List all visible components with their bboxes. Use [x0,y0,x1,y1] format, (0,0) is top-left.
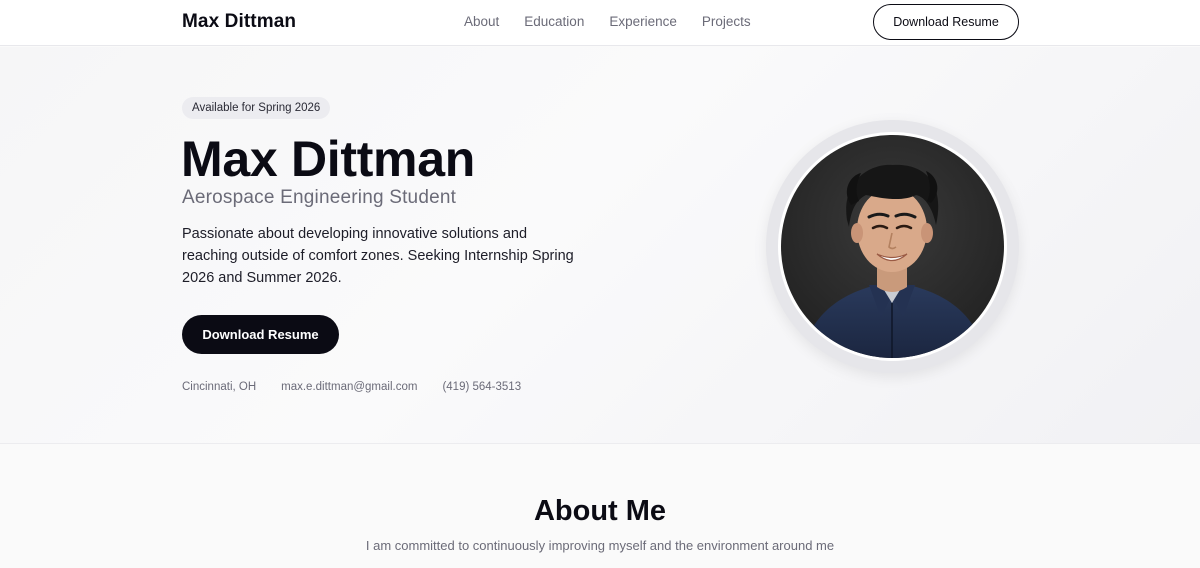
nav-links: About Education Experience Projects [464,14,751,29]
contact-email[interactable]: max.e.dittman@gmail.com [281,381,417,393]
nav-link-about[interactable]: About [464,14,499,29]
header-download-resume-button[interactable]: Download Resume [873,4,1019,40]
brand-logo[interactable]: Max Dittman [182,11,296,33]
hero-section: Available for Spring 2026 Max Dittman Ae… [0,47,1200,444]
about-section-subtitle: I am committed to continuously improving… [365,538,835,553]
hero-name: Max Dittman [181,131,475,187]
nav-link-projects[interactable]: Projects [702,14,751,29]
hero-description: Passionate about developing innovative s… [182,226,574,286]
contact-location: Cincinnati, OH [182,381,257,393]
hero-download-resume-button[interactable]: Download Resume [182,315,339,354]
contact-info: Cincinnati, OH max.e.dittman@gmail.com (… [182,381,521,393]
nav-link-experience[interactable]: Experience [609,14,677,29]
about-section-title: About Me [533,495,667,527]
contact-phone[interactable]: (419) 564-3513 [442,381,521,393]
profile-photo-border [778,132,1007,361]
nav-link-education[interactable]: Education [524,14,584,29]
profile-photo-frame [766,120,1019,373]
profile-photo [781,135,1004,358]
availability-badge: Available for Spring 2026 [182,97,331,119]
top-navbar: Max Dittman About Education Experience P… [0,0,1200,46]
hero-role: Aerospace Engineering Student [182,187,457,208]
